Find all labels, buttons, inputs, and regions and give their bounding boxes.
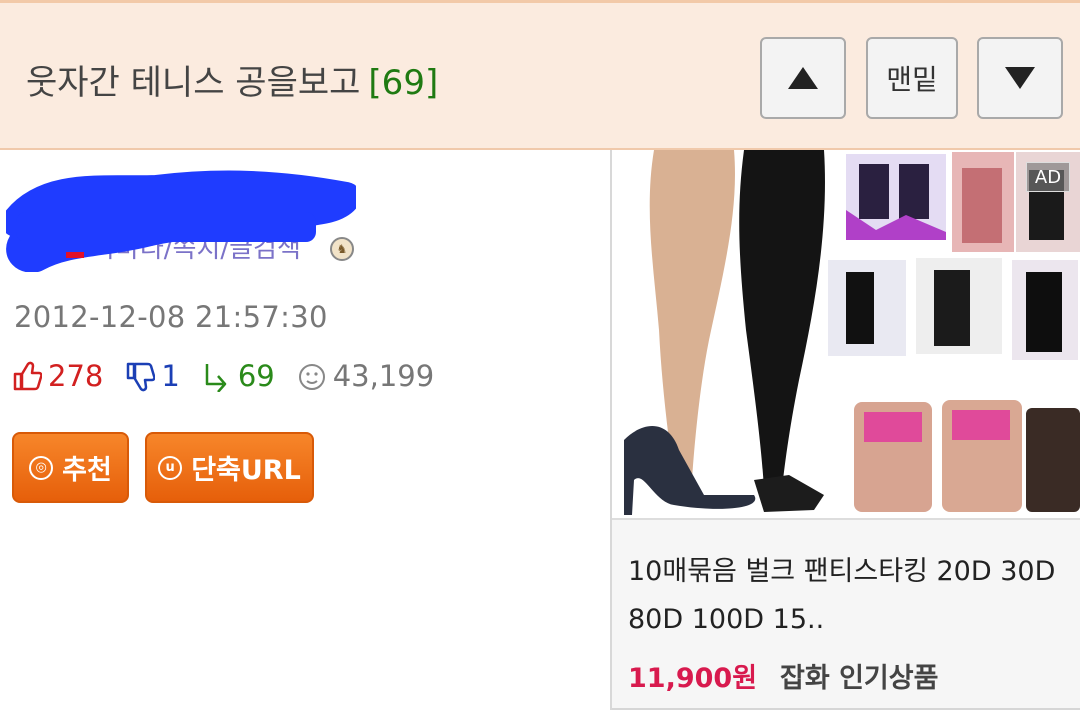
thumbs-down-icon [127,362,156,392]
short-url-button[interactable]: u 단축URL [145,432,314,503]
ad-price: 11,900원 [628,663,758,694]
recommend-label: 추천 [62,455,112,486]
reply-stat[interactable]: 69 [202,359,275,393]
upvote-stat[interactable]: 278 [12,359,103,393]
reply-arrow-icon [205,364,227,392]
scroll-bottom-button[interactable]: 맨밑 [866,37,958,119]
post-title-text: 웃자간 테니스 공을보고 [26,63,361,103]
smiley-face-icon [298,364,325,390]
post-meta: 아바타/쪽지/글검색 ♞ 2012-12-08 21:57:30 278 1 6… [0,150,610,710]
ad-caption[interactable]: 10매묶음 벌크 팬티스타킹 20D 30D 80D 100D 15.. 11,… [612,518,1080,710]
ad-panel: AD 10매묶음 벌크 팬티스타킹 20D 30D 80D 100D 15.. … [610,150,1080,710]
thumbs-up-icon [13,361,42,391]
post-title: 웃자간 테니스 공을보고 [69] [26,55,438,104]
arrow-down-icon [1005,67,1035,89]
downvote-stat[interactable]: 1 [125,359,180,393]
ad-product-image[interactable]: AD [614,150,1080,518]
recommend-button[interactable]: ◎ 추천 [12,432,129,503]
view-stat: 43,199 [297,359,434,393]
recommend-circle-icon: ◎ [29,455,54,480]
pantyhose-product-illustration [614,150,1080,518]
post-stats: 278 1 69 43,199 [12,356,456,396]
ad-badge: AD [1026,162,1070,192]
ad-category: 잡화 인기상품 [780,663,939,694]
arrow-up-icon [788,67,818,89]
short-url-label: 단축URL [191,455,301,486]
scroll-bottom-label: 맨밑 [886,63,938,96]
upvote-count: 278 [48,359,104,393]
scroll-up-button[interactable] [760,37,846,119]
view-count: 43,199 [332,359,435,393]
scroll-down-button[interactable] [977,37,1063,119]
comment-count[interactable]: [69] [368,63,438,103]
redaction-scribble [6,170,356,272]
post-date: 2012-12-08 21:57:30 [14,300,328,334]
reply-count: 69 [237,359,275,393]
ad-title[interactable]: 10매묶음 벌크 팬티스타킹 20D 30D 80D 100D 15.. [628,548,1068,644]
post-header-bar: 웃자간 테니스 공을보고 [69] 맨밑 [0,0,1080,150]
link-circle-icon: u [158,455,183,480]
downvote-count: 1 [161,359,180,393]
